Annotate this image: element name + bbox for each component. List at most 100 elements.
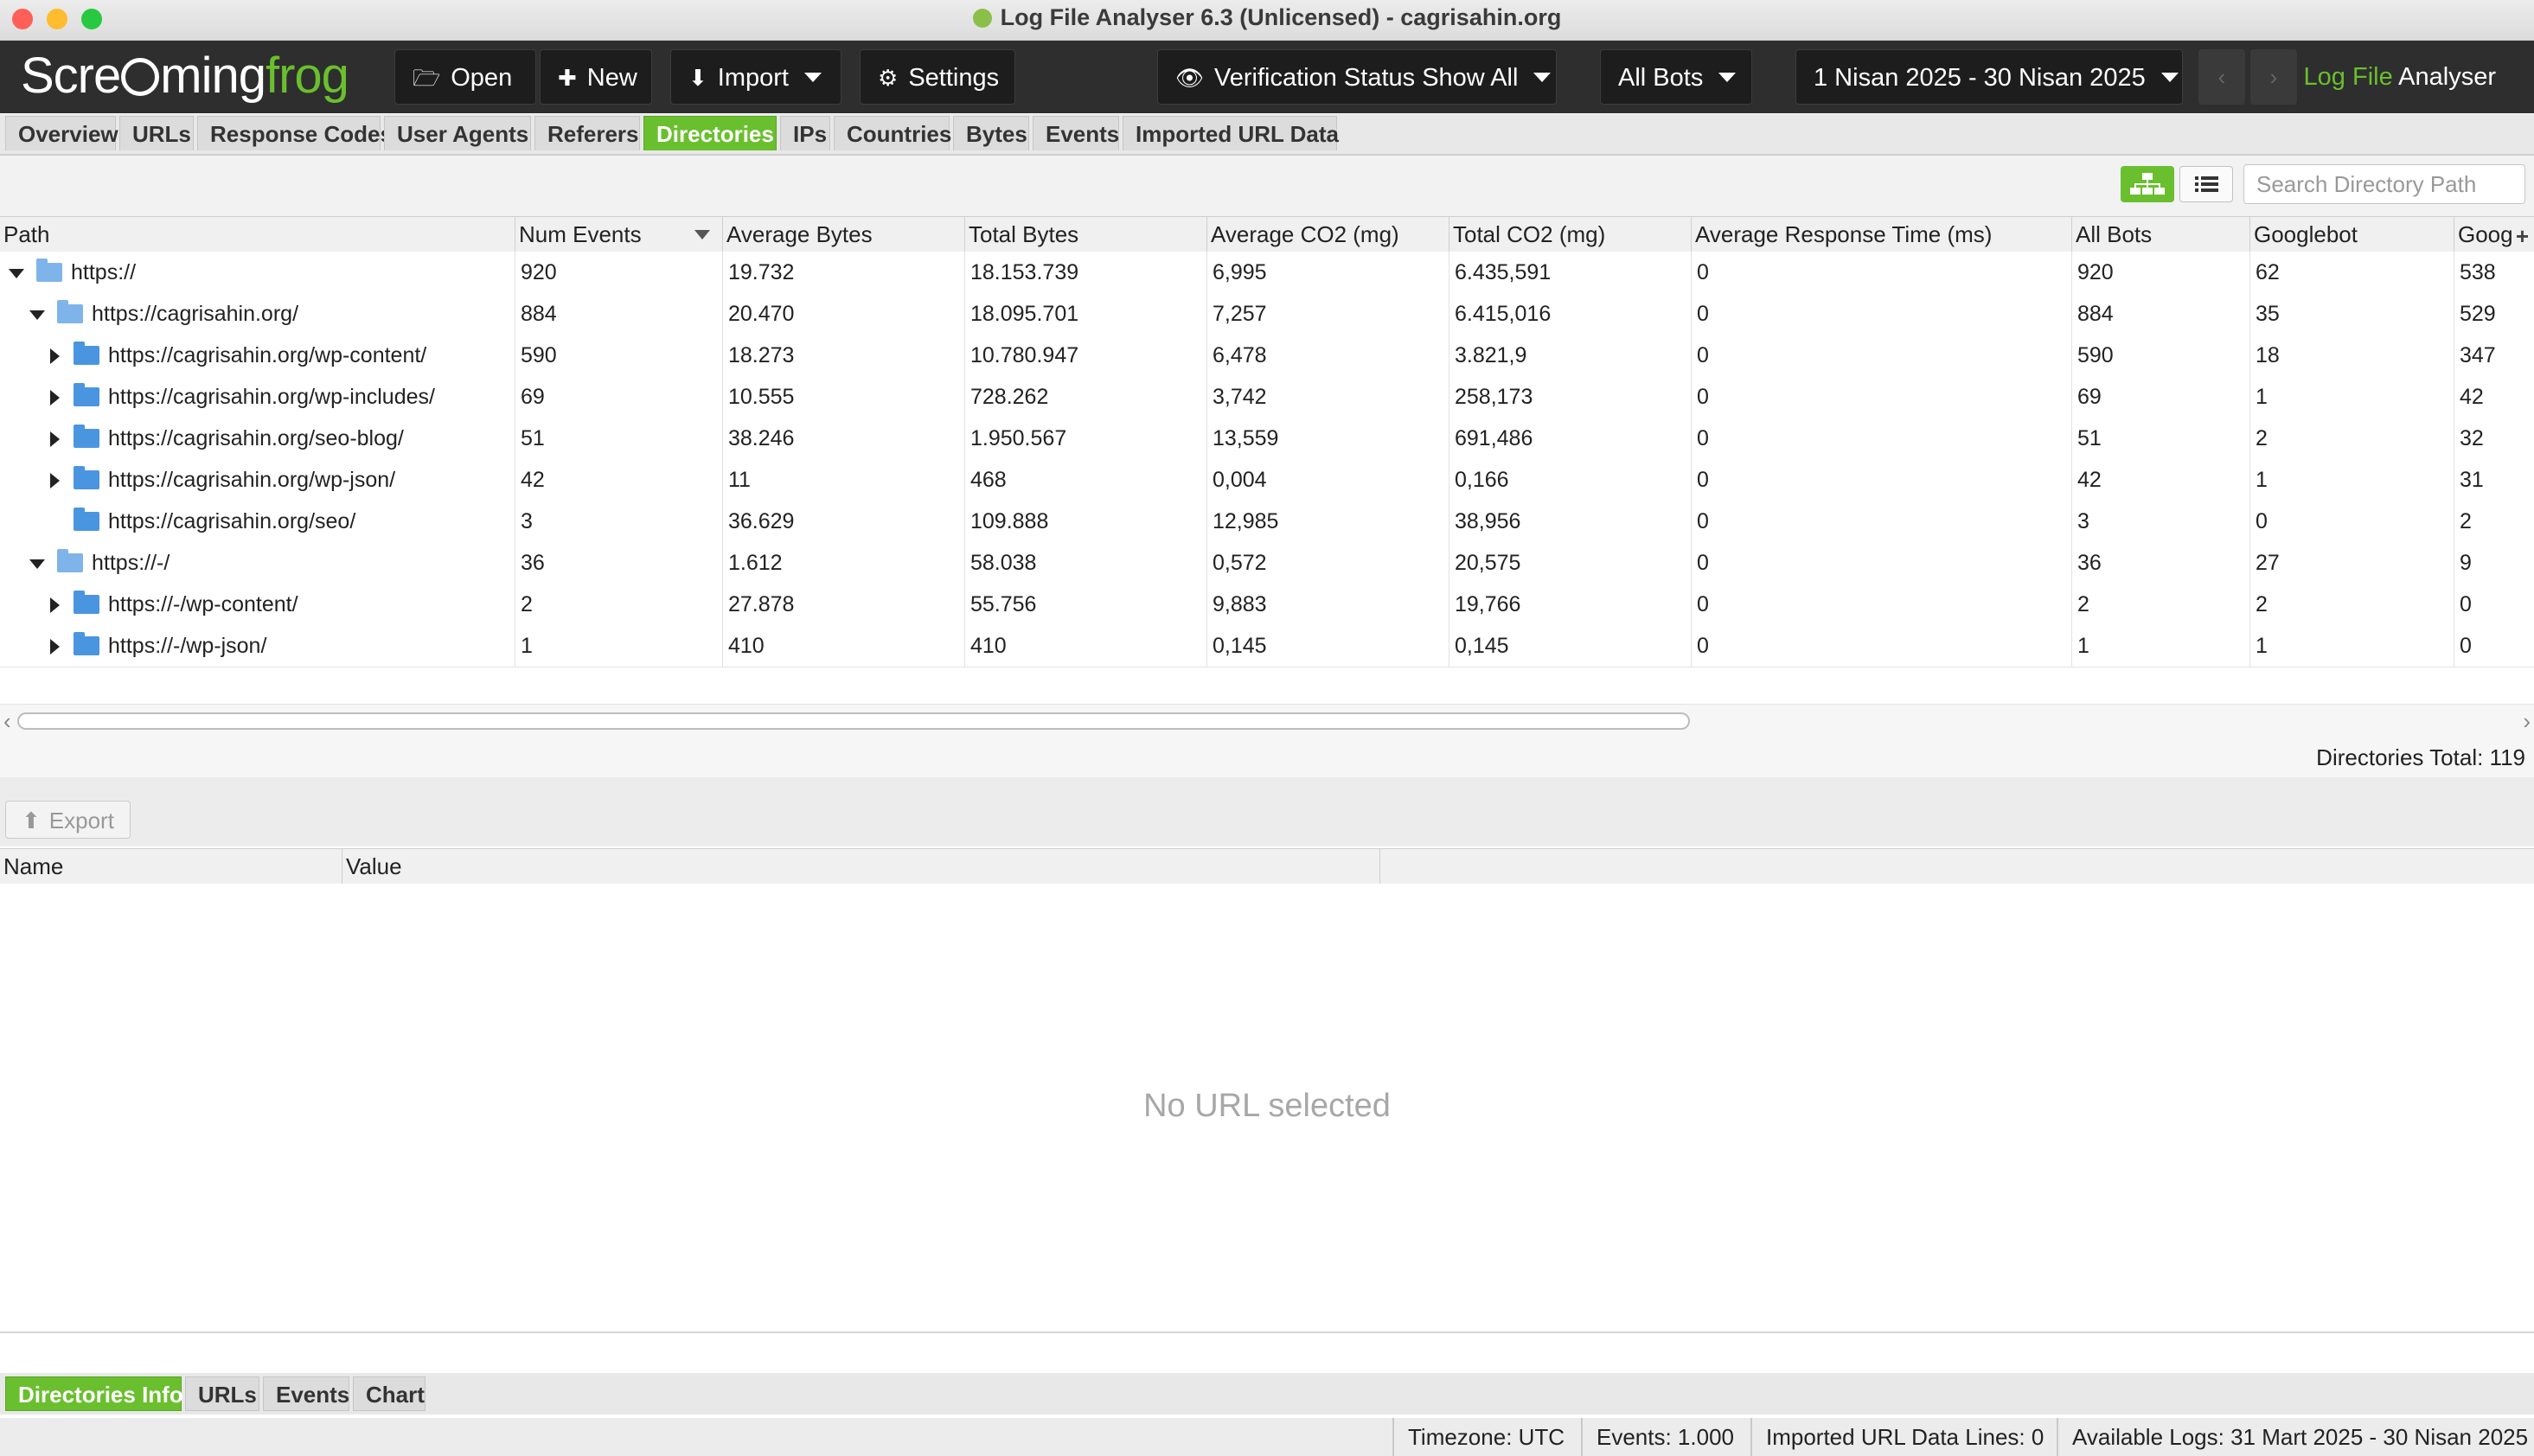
- tab-urls[interactable]: URLs: [119, 116, 194, 150]
- table-row[interactable]: https:// 920 19.732 18.153.739 6,995 6.4…: [0, 252, 2534, 294]
- details-toolbar: ⬆ Export: [0, 777, 2534, 846]
- expand-icon[interactable]: [50, 473, 60, 489]
- tab-overview[interactable]: Overview: [5, 116, 118, 150]
- num-events-cell: 2: [515, 584, 723, 625]
- table-row[interactable]: https://-/wp-content/ 2 27.878 55.756 9,…: [0, 584, 2534, 626]
- folder-icon: [74, 632, 99, 655]
- bottom-tabs: Directories Info URLs Events Chart: [0, 1373, 2534, 1414]
- column-header-value[interactable]: Value: [342, 849, 1380, 884]
- search-directory-input[interactable]: [2243, 164, 2525, 204]
- expand-icon[interactable]: [50, 597, 60, 614]
- verification-status-dropdown[interactable]: 👁 Verification Status Show All: [1157, 49, 1557, 105]
- expand-icon[interactable]: [50, 390, 60, 406]
- next-range-button[interactable]: ›: [2250, 49, 2297, 105]
- previous-range-button[interactable]: ‹: [2198, 49, 2245, 105]
- average-response-time-cell: 0: [1692, 625, 2072, 667]
- open-button[interactable]: 🗁 Open: [394, 49, 536, 105]
- column-header-average-bytes[interactable]: Average Bytes: [723, 217, 965, 252]
- table-row[interactable]: https://cagrisahin.org/seo-blog/ 51 38.2…: [0, 418, 2534, 460]
- column-header-googlebot[interactable]: Googlebot: [2250, 217, 2454, 252]
- tab-ips[interactable]: IPs: [780, 116, 830, 150]
- list-view-button[interactable]: [2179, 166, 2233, 202]
- product-brand: Log File Analyser: [2303, 63, 2496, 91]
- tab-response-codes[interactable]: Response Codes: [197, 116, 393, 150]
- tab-imported-url-data[interactable]: Imported URL Data: [1123, 116, 1339, 150]
- table-row[interactable]: https://cagrisahin.org/wp-content/ 590 1…: [0, 335, 2534, 377]
- path-cell: https://cagrisahin.org/wp-content/: [0, 335, 515, 376]
- collapse-icon[interactable]: [29, 559, 45, 569]
- table-row[interactable]: https://cagrisahin.org/ 884 20.470 18.09…: [0, 293, 2534, 335]
- settings-button[interactable]: ⚙ Settings: [860, 49, 1015, 105]
- tree-view-button[interactable]: [2121, 166, 2174, 202]
- horizontal-scrollbar[interactable]: ‹ ›: [0, 704, 2534, 738]
- date-range-dropdown[interactable]: 1 Nisan 2025 - 30 Nisan 2025: [1795, 49, 2183, 105]
- average-bytes-cell: 38.246: [723, 418, 965, 459]
- tab-bytes[interactable]: Bytes: [953, 116, 1029, 150]
- googlebot-more-cell: 2: [2460, 509, 2472, 533]
- screaming-frog-logo: Scre mingfrog: [21, 48, 349, 104]
- add-column-icon[interactable]: +: [2516, 219, 2529, 252]
- expand-icon[interactable]: [50, 639, 60, 655]
- total-bytes-cell: 18.095.701: [965, 293, 1207, 335]
- tab-directories-info[interactable]: Directories Info: [5, 1376, 183, 1411]
- import-button[interactable]: ⬇ Import: [670, 49, 841, 105]
- main-toolbar: Scre mingfrog 🗁 Open ✚ New ⬇ Import ⚙ Setting…: [0, 41, 2534, 113]
- table-row[interactable]: https://-/ 36 1.612 58.038 0,572 20,575 …: [0, 542, 2534, 584]
- tab-bottom-urls[interactable]: URLs: [185, 1376, 259, 1411]
- all-bots-cell: 590: [2072, 335, 2250, 376]
- collapse-icon[interactable]: [29, 310, 45, 320]
- path-cell: https://cagrisahin.org/seo-blog/: [0, 418, 515, 459]
- column-header-path[interactable]: Path: [0, 217, 515, 252]
- scrollbar-thumb[interactable]: [17, 712, 1690, 730]
- num-events-cell: 36: [515, 542, 723, 584]
- tab-user-agents[interactable]: User Agents: [384, 116, 531, 150]
- main-tabs: Overview URLs Response Codes User Agents…: [0, 114, 2534, 156]
- average-co2-cell: 0,145: [1207, 625, 1449, 667]
- tab-countries[interactable]: Countries: [834, 116, 951, 150]
- folder-icon: [74, 466, 99, 489]
- expand-icon[interactable]: [50, 431, 60, 448]
- plus-icon: ✚: [558, 65, 577, 91]
- column-header-average-response-time[interactable]: Average Response Time (ms): [1692, 217, 2072, 252]
- eye-icon: 👁: [1175, 65, 1205, 91]
- tab-events[interactable]: Events: [1033, 116, 1119, 150]
- total-bytes-cell: 1.950.567: [965, 418, 1207, 459]
- all-bots-cell: 36: [2072, 542, 2250, 584]
- logo-o-icon: [121, 58, 160, 96]
- column-header-googlebot-more[interactable]: Goog +: [2454, 217, 2534, 252]
- chevron-right-icon: ›: [2269, 64, 2278, 90]
- average-bytes-cell: 11: [723, 459, 965, 501]
- table-row[interactable]: https://cagrisahin.org/seo/ 3 36.629 109…: [0, 501, 2534, 543]
- scroll-right-icon[interactable]: ›: [2523, 708, 2531, 735]
- column-header-all-bots[interactable]: All Bots: [2072, 217, 2250, 252]
- column-header-total-bytes[interactable]: Total Bytes: [965, 217, 1207, 252]
- new-button[interactable]: ✚ New: [540, 49, 652, 105]
- table-row[interactable]: https://cagrisahin.org/wp-includes/ 69 1…: [0, 376, 2534, 418]
- table-row[interactable]: https://-/wp-json/ 1 410 410 0,145 0,145…: [0, 625, 2534, 667]
- chevron-down-icon: [803, 73, 822, 82]
- scroll-left-icon[interactable]: ‹: [3, 708, 11, 735]
- tab-directories[interactable]: Directories: [643, 116, 777, 150]
- average-co2-cell: 9,883: [1207, 584, 1449, 625]
- average-co2-cell: 0,004: [1207, 459, 1449, 501]
- path-cell: https://cagrisahin.org/seo/: [0, 501, 515, 542]
- column-header-total-co2[interactable]: Total CO2 (mg): [1449, 217, 1692, 252]
- table-row[interactable]: https://cagrisahin.org/wp-json/ 42 11 46…: [0, 459, 2534, 501]
- average-co2-cell: 0,572: [1207, 542, 1449, 584]
- total-co2-cell: 20,575: [1449, 542, 1692, 584]
- googlebot-cell: 1: [2250, 625, 2454, 667]
- bots-dropdown[interactable]: All Bots: [1600, 49, 1752, 105]
- export-button[interactable]: ⬆ Export: [5, 801, 131, 839]
- tab-bottom-events[interactable]: Events: [263, 1376, 349, 1411]
- column-header-num-events[interactable]: Num Events: [515, 217, 723, 252]
- total-co2-cell: 0,145: [1449, 625, 1692, 667]
- collapse-icon[interactable]: [9, 268, 24, 278]
- tab-bottom-chart[interactable]: Chart: [353, 1376, 426, 1411]
- directories-total: Directories Total: 119: [2316, 744, 2525, 770]
- average-response-time-cell: 0: [1692, 501, 2072, 542]
- column-header-name[interactable]: Name: [0, 849, 342, 884]
- column-header-average-co2[interactable]: Average CO2 (mg): [1207, 217, 1449, 252]
- expand-icon[interactable]: [50, 348, 60, 365]
- tab-referers[interactable]: Referers: [534, 116, 640, 150]
- all-bots-cell: 884: [2072, 293, 2250, 335]
